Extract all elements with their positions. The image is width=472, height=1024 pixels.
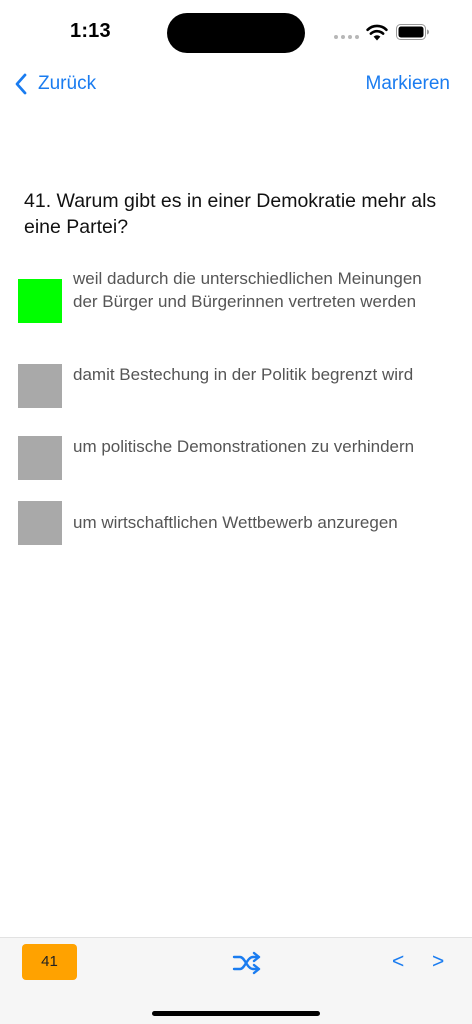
battery-icon bbox=[396, 24, 429, 40]
cellular-signal-icon bbox=[334, 35, 360, 41]
answer-option-2[interactable]: damit Bestechung in der Politik begrenzt… bbox=[18, 364, 458, 410]
chevron-left-icon bbox=[15, 73, 27, 95]
answer-indicator bbox=[18, 501, 62, 545]
shuffle-icon[interactable] bbox=[232, 951, 262, 975]
answer-indicator bbox=[18, 364, 62, 408]
question-text: 41. Warum gibt es in einer Demokratie me… bbox=[24, 190, 437, 238]
back-button[interactable]: Zurück bbox=[14, 70, 96, 98]
status-time: 1:13 bbox=[70, 20, 111, 42]
answer-text: um politische Demonstrationen zu verhind… bbox=[73, 437, 415, 456]
answer-text: um wirtschaftlichen Wettbewerb anzuregen bbox=[73, 513, 398, 532]
home-indicator[interactable] bbox=[152, 1011, 320, 1016]
status-bar: 1:13 bbox=[0, 0, 472, 64]
question-counter-button[interactable]: 41 bbox=[22, 944, 77, 980]
next-question-button[interactable]: > bbox=[432, 950, 444, 974]
answer-indicator bbox=[18, 436, 62, 480]
answer-text: damit Bestechung in der Politik begrenzt… bbox=[73, 365, 414, 384]
dynamic-island bbox=[167, 13, 305, 53]
answer-text: weil dadurch die unterschiedlichen Meinu… bbox=[73, 269, 422, 311]
mark-button[interactable]: Markieren bbox=[366, 70, 450, 98]
answer-option-1[interactable]: weil dadurch die unterschiedlichen Meinu… bbox=[18, 268, 458, 338]
answer-option-3[interactable]: um politische Demonstrationen zu verhind… bbox=[18, 436, 458, 482]
back-label: Zurück bbox=[38, 73, 97, 94]
screen: 1:13 Zurück Markieren 41. Warum gibt es … bbox=[0, 0, 472, 1024]
answer-option-4[interactable]: um wirtschaftlichen Wettbewerb anzuregen bbox=[18, 501, 458, 545]
wifi-icon bbox=[366, 24, 388, 41]
answer-indicator-correct bbox=[18, 279, 62, 323]
previous-question-button[interactable]: < bbox=[392, 950, 404, 974]
bottom-toolbar: 41 < > bbox=[0, 937, 472, 1024]
